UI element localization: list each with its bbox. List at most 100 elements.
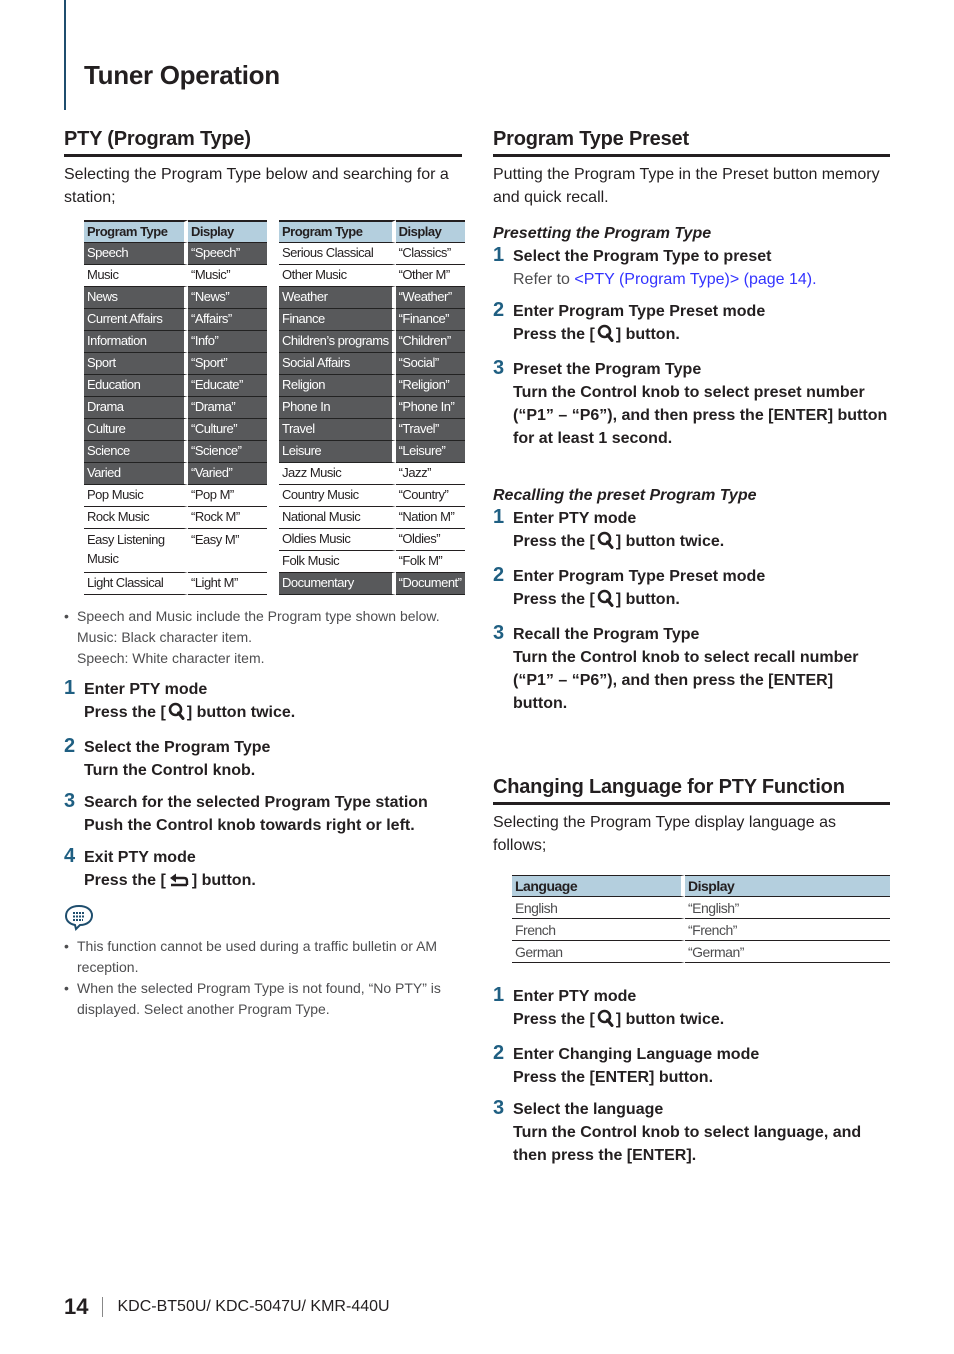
table-row: National Music “Nation M” [279, 507, 465, 529]
display-cell: “Children” [395, 331, 465, 353]
column-header: Program Type [279, 220, 396, 243]
language-cell: German [512, 941, 685, 963]
display-cell: “Leisure” [395, 441, 465, 463]
table-row: Children’s programs “Children” [279, 331, 465, 353]
table-row: Folk Music “Folk M” [279, 551, 465, 573]
table-row: Information “Info” [84, 331, 267, 353]
step-title: Select the language [513, 1101, 664, 1118]
search-icon [597, 589, 614, 614]
table-row: Country Music “Country” [279, 485, 465, 507]
preset-intro: Putting the Program Type in the Preset b… [493, 166, 880, 206]
display-cell: “Finance” [395, 309, 465, 331]
step-body: Press the [] button twice. [513, 530, 890, 556]
table-row: Weather “Weather” [279, 287, 465, 309]
program-type-cell: Country Music [279, 485, 396, 507]
display-cell: “Drama” [188, 397, 267, 419]
display-cell: “Travel” [395, 419, 465, 441]
table-row: Serious Classical “Classics” [279, 243, 465, 265]
pty-tables: Program Type Display Speech “Speech” Music… [84, 220, 465, 600]
step-number: 2 [493, 1042, 505, 1064]
step-number: 1 [493, 506, 505, 528]
table-row: Light Classical “Light M” [84, 573, 267, 595]
column-header: Display [395, 220, 465, 243]
step: 3 Select the language Turn the Control k… [493, 1097, 890, 1167]
search-icon [597, 531, 614, 556]
step-title: Select the Program Type to preset [513, 248, 772, 265]
display-cell: “French” [685, 919, 890, 941]
step-body: Press the [] button. [513, 323, 890, 349]
step-title: Enter Changing Language mode [513, 1046, 760, 1063]
step-body: Press the [ENTER] button. [513, 1069, 714, 1086]
step-title: Search for the selected Program Type sta… [84, 794, 428, 811]
display-cell: “Weather” [395, 287, 465, 309]
pty-lower: Speech and Music include the Program typ… [64, 606, 462, 1020]
pty-table-left: Program Type Display Speech “Speech” Music… [84, 220, 267, 595]
step: 2 Enter Program Type Preset mode Press t… [493, 299, 890, 349]
program-type-cell: Folk Music [279, 551, 396, 573]
step-number: 4 [64, 845, 76, 867]
program-type-cell: Travel [279, 419, 396, 441]
presetting-block: Presetting the Program Type 1 Select the… [493, 223, 890, 450]
display-cell: “Culture” [188, 419, 267, 441]
table-row: Leisure “Leisure” [279, 441, 465, 463]
step-number: 2 [64, 735, 76, 757]
display-cell: “Jazz” [395, 463, 465, 485]
page-title: Tuner Operation [84, 60, 280, 90]
step: 2 Enter Changing Language mode Press the… [493, 1042, 890, 1089]
table-row: Drama “Drama” [84, 397, 267, 419]
display-cell: “Folk M” [395, 551, 465, 573]
program-type-cell: Finance [279, 309, 396, 331]
program-type-cell: Information [84, 331, 188, 353]
column-header: Language [512, 875, 685, 897]
language-cell: English [512, 897, 685, 919]
program-type-cell: Serious Classical [279, 243, 396, 265]
step-number: 2 [493, 564, 505, 586]
section-title-pty: PTY (Program Type) [64, 126, 462, 157]
search-icon [168, 702, 185, 727]
note-item: This function cannot be used during a tr… [64, 936, 462, 978]
column-header: Program Type [84, 220, 188, 243]
step: 4 Exit PTY mode Press the [] button. [64, 845, 462, 895]
table-row: Sport “Sport” [84, 353, 267, 375]
step-number: 1 [493, 984, 505, 1006]
table-row: Current Affairs “Affairs” [84, 309, 267, 331]
table-row: Speech “Speech” [84, 243, 267, 265]
step-body: Press the [] button. [84, 869, 462, 895]
memo-icon [64, 903, 462, 936]
step: 2 Select the Program Type Turn the Contr… [64, 735, 462, 782]
display-cell: “Social” [395, 353, 465, 375]
program-type-cell: Leisure [279, 441, 396, 463]
step-number: 3 [493, 357, 505, 379]
page-link[interactable]: <PTY (Program Type)> (page 14). [574, 271, 816, 288]
display-cell: “Info” [188, 331, 267, 353]
table-row: News “News” [84, 287, 267, 309]
step: 1 Select the Program Type to preset Refe… [493, 244, 890, 291]
step-title: Enter Program Type Preset mode [513, 568, 766, 585]
table-row: German “German” [512, 941, 890, 963]
step-number: 1 [493, 244, 505, 266]
model-names: KDC-BT50U/ KDC-5047U/ KMR-440U [117, 1298, 390, 1315]
language-steps: 1 Enter PTY mode Press the [] button twi… [493, 984, 890, 1167]
step-body: Turn the Control knob to select recall n… [513, 649, 859, 712]
program-type-cell: Rock Music [84, 507, 188, 529]
display-cell: “Classics” [395, 243, 465, 265]
step-number: 3 [493, 622, 505, 644]
display-cell: “Country” [395, 485, 465, 507]
return-icon [168, 872, 190, 895]
step-body: Press the [] button twice. [513, 1008, 890, 1034]
table-row: Finance “Finance” [279, 309, 465, 331]
section-title-preset: Program Type Preset [493, 126, 890, 157]
table-row: French “French” [512, 919, 890, 941]
display-cell: “News” [188, 287, 267, 309]
step-title: Enter PTY mode [84, 681, 208, 698]
language-section: Changing Language for PTY Function Selec… [493, 774, 890, 1167]
step-number: 1 [64, 677, 76, 699]
program-type-cell: Sport [84, 353, 188, 375]
display-cell: “Music” [188, 265, 267, 287]
program-type-cell: Light Classical [84, 573, 188, 595]
display-cell: “German” [685, 941, 890, 963]
display-cell: “Speech” [188, 243, 267, 265]
program-type-cell: National Music [279, 507, 396, 529]
table-row: Other Music “Other M” [279, 265, 465, 287]
table-row: Documentary “Document” [279, 573, 465, 595]
